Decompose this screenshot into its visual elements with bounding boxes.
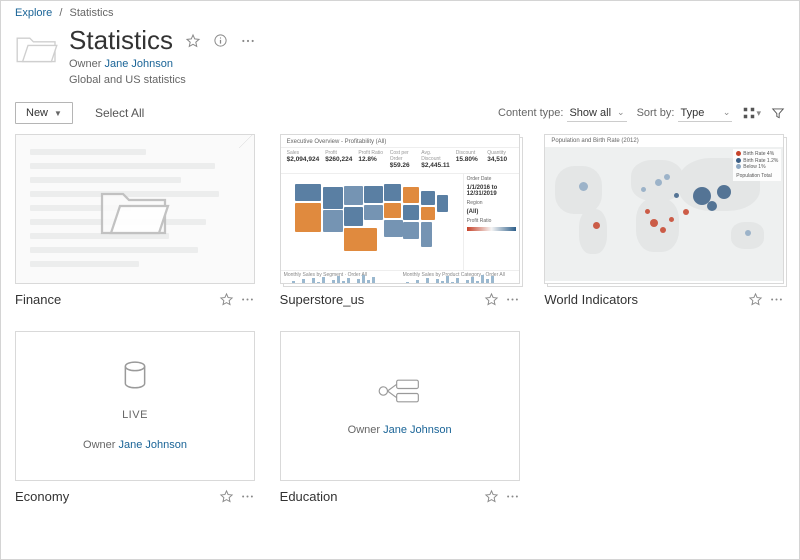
star-icon[interactable]: [185, 33, 201, 49]
breadcrumb-separator: /: [59, 7, 62, 19]
page-description: Global and US statistics: [69, 74, 785, 86]
more-icon[interactable]: [505, 292, 520, 307]
owner-link[interactable]: Jane Johnson: [104, 58, 173, 70]
new-button-label: New: [26, 107, 48, 119]
kpi-value: $59.26: [390, 162, 415, 169]
star-icon[interactable]: [484, 292, 499, 307]
owner-link[interactable]: Jane Johnson: [383, 424, 452, 436]
card-thumbnail[interactable]: Owner Jane Johnson: [280, 331, 520, 481]
info-icon[interactable]: [213, 33, 228, 48]
content-type-label: Content type:: [498, 107, 563, 119]
breadcrumb: Explore / Statistics: [1, 1, 799, 19]
viz-side-panel: Order Date 1/1/2016 to 12/31/2019 Region…: [463, 174, 519, 270]
star-icon[interactable]: [484, 489, 499, 504]
world-map-viz: Birth Rate 4% Birth Rate 1.2% Below 1% P…: [545, 147, 783, 281]
sort-select[interactable]: Type ⌄: [678, 105, 732, 122]
card-thumbnail[interactable]: [15, 134, 255, 284]
us-map-viz: [281, 174, 463, 270]
live-badge: LIVE: [122, 409, 148, 421]
legend-item: Birth Rate 1.2%: [743, 158, 778, 164]
more-icon[interactable]: [240, 489, 255, 504]
side-label: Order Date: [467, 176, 516, 182]
star-icon[interactable]: [748, 292, 763, 307]
sort-value: Type: [680, 107, 704, 119]
star-icon[interactable]: [219, 292, 234, 307]
owner-link[interactable]: Jane Johnson: [118, 439, 187, 451]
view-mode-toggle[interactable]: ▾: [742, 106, 761, 120]
kpi-label: Cost per Order: [390, 150, 415, 162]
chevron-down-icon: ⌄: [723, 107, 731, 118]
gradient-legend: [467, 227, 516, 231]
owner-label: Owner: [348, 424, 380, 436]
viz-title: Executive Overview - Profitability (All): [281, 135, 519, 148]
legend-item: Population Total: [736, 173, 772, 179]
flow-icon: [375, 376, 425, 406]
card-world: Population and Birth Rate (2012): [544, 134, 784, 307]
breadcrumb-current: Statistics: [69, 7, 113, 19]
chevron-down-icon: ▾: [756, 108, 761, 119]
folder-icon: [96, 182, 174, 242]
owner-label: Owner: [83, 439, 115, 451]
kpi-label: Avg. Discount: [421, 150, 450, 162]
kpi-row: Sales$2,094,924 Profit$260,224 Profit Ra…: [281, 148, 519, 174]
sparkline-row: Monthly Sales by Segment · Order All Mon…: [281, 270, 519, 284]
content-type-select[interactable]: Show all ⌄: [567, 105, 626, 122]
legend-item: Birth Rate 4%: [743, 151, 774, 157]
side-label: Region: [467, 200, 516, 206]
card-finance: Finance: [15, 134, 255, 307]
filter-icon[interactable]: [771, 106, 785, 120]
kpi-value: 12.8%: [358, 156, 383, 163]
map-legend: Birth Rate 4% Birth Rate 1.2% Below 1% P…: [733, 149, 781, 181]
legend-item: Below 1%: [743, 164, 765, 170]
more-icon[interactable]: [769, 292, 784, 307]
owner-line: Owner Jane Johnson: [348, 424, 452, 436]
new-button[interactable]: New ▼: [15, 102, 73, 124]
kpi-value: 34,510: [487, 156, 512, 163]
side-label: Profit Ratio: [467, 218, 516, 224]
spark-label: Monthly Sales by Segment · Order All: [284, 272, 367, 278]
card-thumbnail[interactable]: Population and Birth Rate (2012): [544, 134, 784, 284]
folder-icon: [15, 31, 59, 67]
card-thumbnail[interactable]: Executive Overview - Profitability (All)…: [280, 134, 520, 284]
viz-title: Population and Birth Rate (2012): [545, 135, 783, 147]
card-thumbnail[interactable]: LIVE Owner Jane Johnson: [15, 331, 255, 481]
card-economy: LIVE Owner Jane Johnson Economy: [15, 331, 255, 504]
page-header: Statistics Owner Jane Johnson Global and…: [1, 19, 799, 94]
card-title[interactable]: Superstore_us: [280, 292, 478, 307]
star-icon[interactable]: [219, 489, 234, 504]
kpi-value: $260,224: [325, 156, 352, 163]
select-all-button[interactable]: Select All: [95, 106, 144, 120]
card-title[interactable]: Economy: [15, 489, 213, 504]
chevron-down-icon: ⌄: [617, 107, 625, 118]
breadcrumb-root-link[interactable]: Explore: [15, 7, 52, 19]
card-superstore: Executive Overview - Profitability (All)…: [280, 134, 520, 307]
chevron-down-icon: ▼: [54, 109, 62, 118]
owner-line: Owner Jane Johnson: [69, 58, 785, 70]
content-grid: Finance Executive Overview - Profitabili…: [1, 134, 799, 504]
more-icon[interactable]: [505, 489, 520, 504]
content-type-value: Show all: [569, 107, 611, 119]
datasource-icon: [122, 361, 148, 391]
kpi-value: 15.80%: [456, 156, 481, 163]
owner-label: Owner: [69, 58, 101, 70]
owner-line: Owner Jane Johnson: [83, 439, 187, 451]
side-value: 1/1/2016 to 12/31/2019: [467, 185, 516, 197]
page-title: Statistics: [69, 25, 173, 56]
more-icon[interactable]: [240, 292, 255, 307]
card-education: Owner Jane Johnson Education: [280, 331, 520, 504]
toolbar: New ▼ Select All Content type: Show all …: [1, 94, 799, 134]
card-title[interactable]: World Indicators: [544, 292, 742, 307]
side-value: (All): [467, 209, 516, 215]
more-icon[interactable]: [240, 33, 256, 49]
sort-label: Sort by:: [637, 107, 675, 119]
spark-label: Monthly Sales by Product Category · Orde…: [403, 272, 505, 278]
card-title[interactable]: Finance: [15, 292, 213, 307]
kpi-value: $2,445.11: [421, 162, 450, 169]
card-title[interactable]: Education: [280, 489, 478, 504]
kpi-value: $2,094,924: [287, 156, 320, 163]
